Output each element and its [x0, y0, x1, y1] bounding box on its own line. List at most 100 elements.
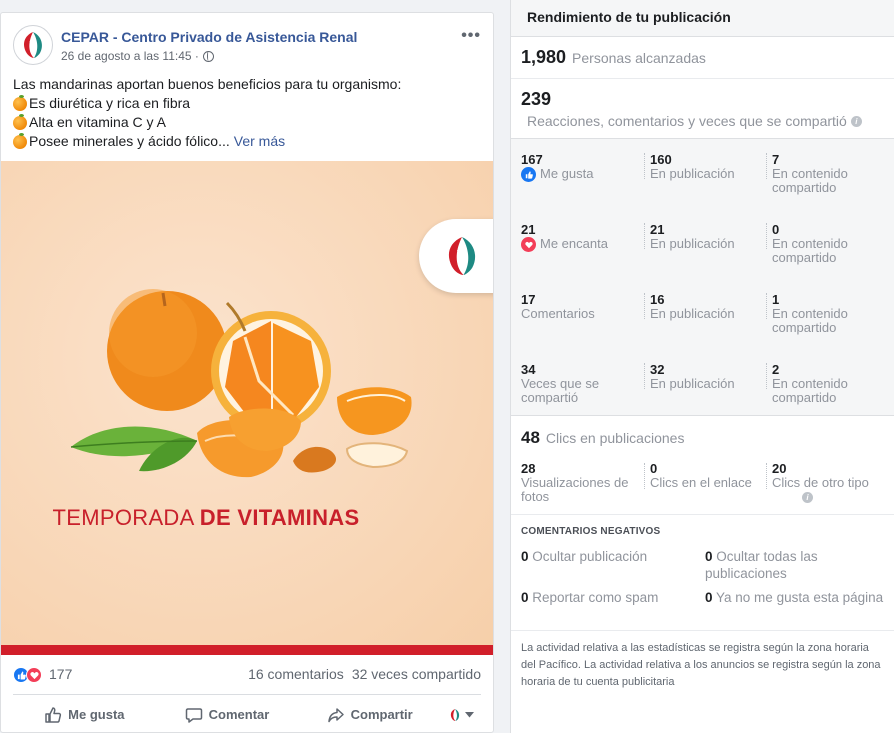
shares-total-label: Veces que se compartió — [521, 376, 600, 405]
caption-bold: DE VITAMINAS — [199, 505, 360, 530]
unlike-stat: 0 Ya no me gusta esta página — [705, 589, 885, 606]
likes-shared-label: En contenido compartido — [772, 166, 848, 195]
likes-shared-value: 7 — [772, 152, 780, 167]
shares-total-value: 34 — [521, 362, 536, 377]
shares-shared: 2 En contenido compartido — [772, 362, 890, 405]
like-button[interactable]: Me gusta — [13, 699, 156, 731]
link-clicks-value: 0 — [650, 461, 658, 476]
post-intro: Las mandarinas aportan buenos beneficios… — [13, 76, 402, 92]
bullet-text: Es diurética y rica en fibra — [29, 95, 191, 111]
shares-shared-value: 2 — [772, 362, 780, 377]
other-clicks-label-text: Clics de otro tipo — [772, 475, 869, 490]
thumbs-up-icon — [45, 706, 62, 723]
page-avatar[interactable] — [13, 25, 53, 65]
clicks-section: 48 Clics en publicaciones 28 Visualizaci… — [511, 416, 894, 515]
comments-on-post: 16 En publicación — [650, 292, 768, 321]
post-text: Las mandarinas aportan buenos beneficios… — [13, 75, 481, 151]
cepar-logo-icon — [24, 32, 42, 58]
comment-label: Comentar — [208, 707, 270, 722]
engagement-breakdown: 167 Me gusta 160 En publicación 7 En con… — [511, 139, 894, 416]
reactions-count[interactable]: 177 — [49, 666, 72, 682]
bullet-line: Es diurética y rica en fibra — [13, 94, 481, 113]
photo-views-label: Visualizaciones de fotos — [521, 475, 629, 504]
link-clicks: 0 Clics en el enlace — [650, 461, 768, 490]
engagement-sublabel: Reacciones, comentarios y veces que se c… — [527, 113, 862, 129]
comments-shares: 16 comentarios 32 veces compartido — [248, 666, 481, 682]
divider — [644, 223, 645, 249]
shares-shared-label: En contenido compartido — [772, 376, 848, 405]
divider — [644, 463, 645, 489]
like-label: Me gusta — [68, 707, 125, 722]
shares-total: 34 Veces que se compartió — [521, 362, 643, 405]
caption-regular: TEMPORADA — [52, 505, 194, 530]
bullet-text: Posee minerales y ácido fólico... — [29, 133, 230, 149]
love-on-post-value: 21 — [650, 222, 665, 237]
photo-views: 28 Visualizaciones de fotos — [521, 461, 643, 504]
see-more-link[interactable]: Ver más — [234, 132, 285, 151]
love-total: 21 Me encanta — [521, 222, 643, 252]
spam-value: 0 — [521, 590, 529, 605]
divider — [766, 153, 767, 179]
breakdown-row-comments: 17 Comentarios 16 En publicación 1 En co… — [511, 279, 894, 349]
clicks-value: 48 — [521, 428, 540, 447]
breakdown-row-love: 21 Me encanta 21 En publicación 0 En con… — [511, 209, 894, 279]
chevron-down-icon — [464, 711, 474, 717]
shares-count-link[interactable]: 32 veces compartido — [352, 666, 481, 682]
post-meta: 26 de agosto a las 11:45 · — [61, 49, 214, 63]
tangerine-icon — [13, 94, 27, 111]
comment-button[interactable]: Comentar — [156, 699, 299, 731]
negative-title: COMENTARIOS NEGATIVOS — [521, 526, 661, 537]
comments-shared-label: En contenido compartido — [772, 306, 848, 335]
image-caption: TEMPORADA DE VITAMINAS — [1, 505, 411, 531]
divider — [766, 363, 767, 389]
love-shared-label: En contenido compartido — [772, 236, 848, 265]
info-icon[interactable]: i — [850, 115, 862, 127]
tangerine-icon — [13, 113, 27, 130]
comment-icon — [185, 707, 202, 723]
tangerines-illustration — [70, 289, 412, 478]
brand-logo-tab — [419, 219, 493, 293]
reach-label: Personas alcanzadas — [572, 50, 706, 66]
divider — [644, 293, 645, 319]
love-reaction-icon — [26, 667, 42, 683]
love-total-value: 21 — [521, 222, 536, 237]
globe-icon[interactable] — [202, 50, 214, 62]
engagement-section: 239 Reacciones, comentarios y veces que … — [511, 79, 894, 139]
comments-shared-value: 1 — [772, 292, 780, 307]
info-icon[interactable]: i — [802, 492, 813, 503]
reaction-icons[interactable] — [13, 667, 42, 683]
post-stats: 177 16 comentarios 32 veces compartido — [13, 665, 481, 685]
other-clicks-value: 20 — [772, 461, 787, 476]
hide-post-label: Ocultar publicación — [532, 549, 648, 564]
post-as-selector[interactable] — [441, 699, 481, 731]
bullet-line: Posee minerales y ácido fólico... Ver más — [13, 132, 481, 151]
page-name-link[interactable]: CEPAR - Centro Privado de Asistencia Ren… — [61, 29, 357, 45]
shares-on-post: 32 En publicación — [650, 362, 768, 391]
love-reaction-icon — [521, 237, 536, 252]
post-date[interactable]: 26 de agosto a las 11:45 · — [61, 49, 199, 63]
likes-label-text: Me gusta — [540, 166, 594, 181]
negative-feedback-section: COMENTARIOS NEGATIVOS 0 Ocultar publicac… — [511, 516, 894, 631]
likes-on-post: 160 En publicación — [650, 152, 768, 181]
hide-post-stat: 0 Ocultar publicación — [521, 548, 691, 565]
ellipsis-icon[interactable]: ••• — [461, 27, 481, 45]
likes-total-label: Me gusta — [521, 167, 643, 182]
hide-all-stat: 0 Ocultar todas las publicaciones — [705, 548, 885, 582]
bullet-line: Alta en vitamina C y A — [13, 113, 481, 132]
comments-total: 17 Comentarios — [521, 292, 643, 321]
reach-value: 1,980 — [521, 47, 567, 67]
clicks-label: Clics en publicaciones — [545, 430, 685, 446]
love-total-label: Me encanta — [521, 237, 643, 252]
share-button[interactable]: Compartir — [298, 699, 441, 731]
comments-total-value: 17 — [521, 292, 536, 307]
post-header: CEPAR - Centro Privado de Asistencia Ren… — [13, 25, 481, 67]
other-clicks: 20 Clics de otro tipo i — [772, 461, 890, 503]
post-image[interactable]: TEMPORADA DE VITAMINAS — [1, 161, 493, 655]
comments-total-label: Comentarios — [521, 306, 595, 321]
engagement-label: Reacciones, comentarios y veces que se c… — [527, 113, 847, 129]
photo-views-value: 28 — [521, 461, 536, 476]
comments-shared: 1 En contenido compartido — [772, 292, 890, 335]
comments-count-link[interactable]: 16 comentarios — [248, 666, 344, 682]
likes-total: 167 Me gusta — [521, 152, 643, 182]
divider — [644, 153, 645, 179]
